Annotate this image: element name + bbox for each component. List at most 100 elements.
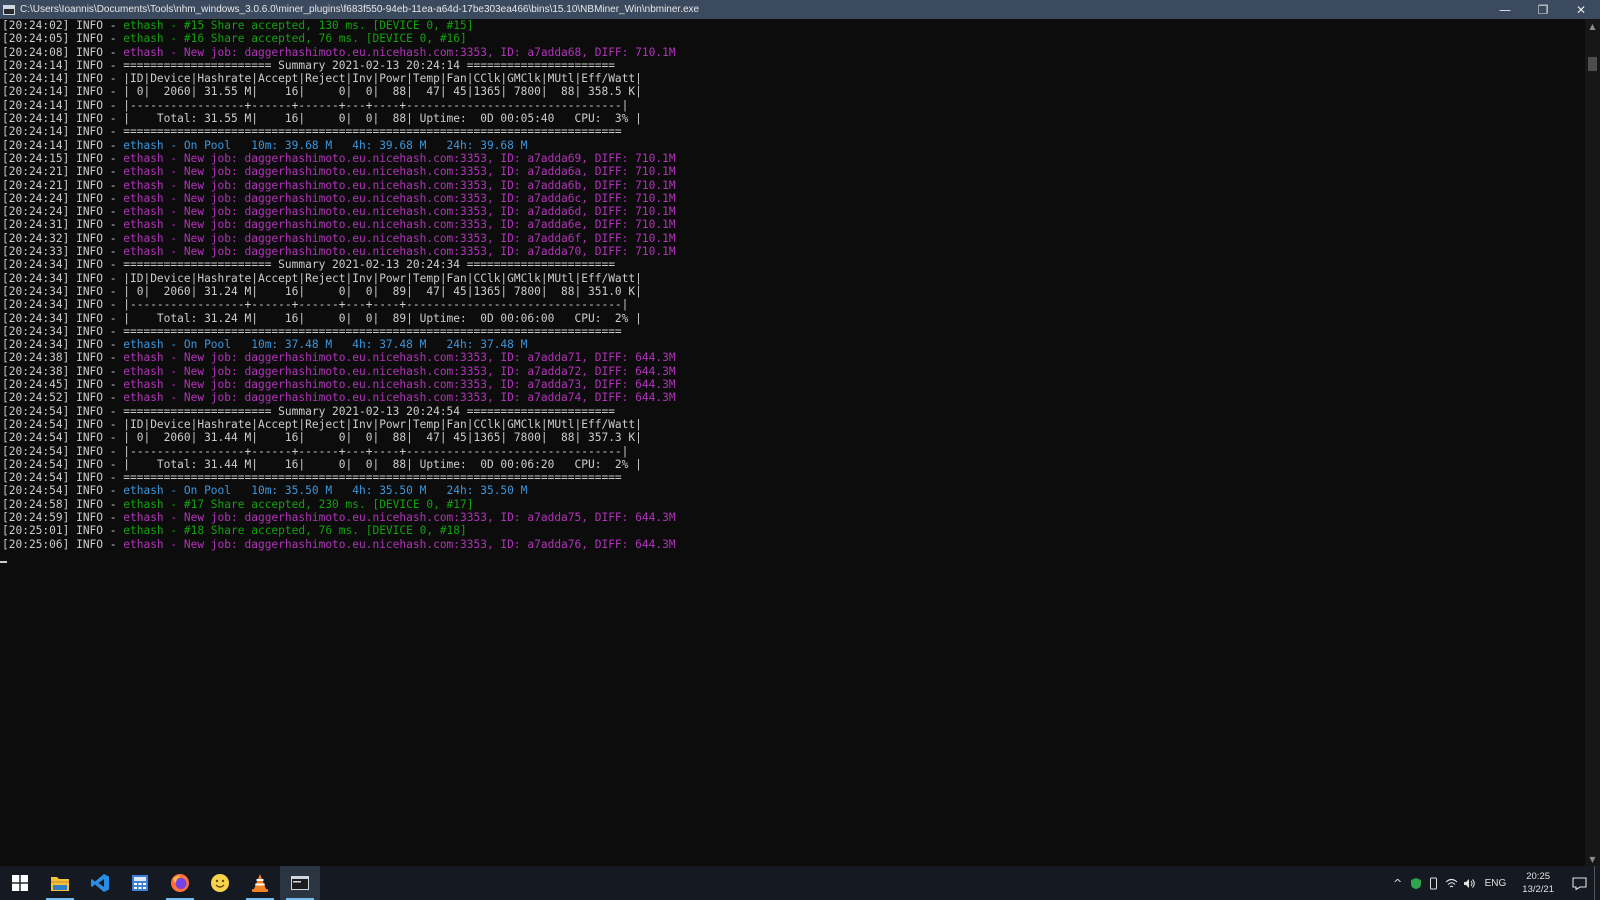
console-line: [20:24:14] INFO - ======================… [0, 59, 1585, 72]
console-line: [20:24:14] INFO - | 0| 2060| 31.55 M| 16… [0, 85, 1585, 98]
minimize-button[interactable]: — [1486, 0, 1524, 19]
console-output[interactable]: [20:24:02] INFO - ethash - #15 Share acc… [0, 19, 1585, 866]
log-message: ethash - New job: daggerhashimoto.eu.nic… [123, 245, 676, 259]
taskbar-firefox[interactable] [160, 866, 200, 900]
console-app-icon[interactable] [3, 4, 15, 15]
vscode-icon [91, 874, 109, 892]
taskbar-emoji-app[interactable] [200, 866, 240, 900]
log-prefix: [20:24:59] INFO - [2, 510, 124, 524]
log-message: | Total: 31.44 M| 16| 0| 0| 88| Uptime: … [123, 457, 642, 471]
console-line: [20:24:59] INFO - ethash - New job: dagg… [0, 511, 1585, 524]
restore-button[interactable]: ❐ [1524, 0, 1562, 19]
taskbar: ^ ENG 20:25 13/2/21 [0, 866, 1600, 900]
log-message: ethash - New job: daggerhashimoto.eu.nic… [123, 165, 676, 179]
log-message: |ID|Device|Hashrate|Accept|Reject|Inv|Po… [123, 271, 642, 285]
taskbar-vlc[interactable] [240, 866, 280, 900]
console-window-icon [291, 876, 309, 890]
console-line: [20:24:14] INFO - |ID|Device|Hashrate|Ac… [0, 72, 1585, 85]
log-message: ethash - On Pool 10m: 37.48 M 4h: 37.48 … [123, 338, 528, 352]
calculator-icon [132, 875, 148, 891]
defender-shield-icon[interactable] [1407, 866, 1425, 900]
title-bar[interactable]: C:\Users\Ioannis\Documents\Tools\nhm_win… [0, 0, 1600, 19]
log-prefix: [20:24:14] INFO - [2, 58, 124, 72]
log-message: |ID|Device|Hashrate|Accept|Reject|Inv|Po… [123, 72, 642, 86]
log-message: | 0| 2060| 31.55 M| 16| 0| 0| 88| 47| 45… [123, 85, 642, 99]
log-prefix: [20:24:21] INFO - [2, 178, 124, 192]
console-line: [20:24:34] INFO - |ID|Device|Hashrate|Ac… [0, 272, 1585, 285]
log-prefix: [20:24:14] INFO - [2, 98, 124, 112]
window-controls: — ❐ ✕ [1486, 0, 1600, 19]
start-button[interactable] [0, 866, 40, 900]
log-prefix: [20:24:34] INFO - [2, 298, 124, 312]
scroll-thumb[interactable] [1588, 57, 1597, 71]
clock[interactable]: 20:25 13/2/21 [1522, 870, 1554, 896]
log-message: ethash - New job: daggerhashimoto.eu.nic… [123, 45, 676, 59]
input-language-indicator[interactable]: ENG [1485, 878, 1507, 889]
log-prefix: [20:24:54] INFO - [2, 431, 124, 445]
taskbar-nbminer-console[interactable] [280, 866, 320, 900]
log-message: ethash - #18 Share accepted, 76 ms. [DEV… [123, 524, 467, 538]
log-prefix: [20:24:38] INFO - [2, 364, 124, 378]
system-tray: ^ ENG 20:25 13/2/21 [1389, 866, 1600, 900]
scroll-down-arrow-icon[interactable]: ▼ [1585, 852, 1600, 866]
console-line: [20:24:52] INFO - ethash - New job: dagg… [0, 391, 1585, 404]
log-prefix: [20:24:54] INFO - [2, 444, 124, 458]
log-prefix: [20:24:34] INFO - [2, 258, 124, 272]
log-message: ethash - New job: daggerhashimoto.eu.nic… [123, 378, 676, 392]
vertical-scrollbar[interactable]: ▲ ▼ [1585, 19, 1600, 866]
window-title: C:\Users\Ioannis\Documents\Tools\nhm_win… [20, 4, 700, 15]
vlc-cone-icon [252, 874, 268, 892]
wifi-icon[interactable] [1443, 866, 1461, 900]
usb-device-icon[interactable] [1425, 866, 1443, 900]
console-line: [20:24:54] INFO - | 0| 2060| 31.44 M| 16… [0, 431, 1585, 444]
console-line: [20:24:54] INFO - | Total: 31.44 M| 16| … [0, 458, 1585, 471]
log-prefix: [20:24:54] INFO - [2, 404, 124, 418]
console-line: [20:24:05] INFO - ethash - #16 Share acc… [0, 32, 1585, 45]
console-line: [20:24:08] INFO - ethash - New job: dagg… [0, 46, 1585, 59]
windows-logo-icon [12, 875, 28, 891]
text-cursor [0, 560, 7, 563]
show-desktop-button[interactable] [1594, 866, 1600, 900]
speaker-volume-icon[interactable] [1461, 866, 1479, 900]
log-prefix: [20:24:54] INFO - [2, 417, 124, 431]
scroll-up-arrow-icon[interactable]: ▲ [1585, 19, 1600, 33]
console-line: [20:24:24] INFO - ethash - New job: dagg… [0, 192, 1585, 205]
log-prefix: [20:24:14] INFO - [2, 138, 124, 152]
log-message: ethash - #16 Share accepted, 76 ms. [DEV… [123, 32, 467, 46]
log-message: ethash - New job: daggerhashimoto.eu.nic… [123, 178, 676, 192]
close-button[interactable]: ✕ [1562, 0, 1600, 19]
log-message: |-----------------+------+------+---+---… [123, 298, 629, 312]
log-prefix: [20:25:06] INFO - [2, 537, 124, 551]
log-prefix: [20:24:08] INFO - [2, 45, 124, 59]
log-prefix: [20:24:24] INFO - [2, 205, 124, 219]
console-line: [20:24:21] INFO - ethash - New job: dagg… [0, 165, 1585, 178]
show-hidden-icons-chevron-icon[interactable]: ^ [1389, 866, 1407, 900]
log-prefix: [20:24:58] INFO - [2, 497, 124, 511]
log-prefix: [20:24:21] INFO - [2, 165, 124, 179]
taskbar-calculator[interactable] [120, 866, 160, 900]
smiley-icon [211, 874, 229, 892]
console-line: [20:24:34] INFO - |-----------------+---… [0, 298, 1585, 311]
log-message: ethash - New job: daggerhashimoto.eu.nic… [123, 218, 676, 232]
log-message: | 0| 2060| 31.24 M| 16| 0| 0| 89| 47| 45… [123, 284, 642, 298]
action-center-button[interactable] [1564, 866, 1594, 900]
console-line: [20:24:14] INFO - ethash - On Pool 10m: … [0, 139, 1585, 152]
log-message: ========================================… [123, 125, 622, 139]
taskbar-file-explorer[interactable] [40, 866, 80, 900]
log-prefix: [20:24:15] INFO - [2, 151, 124, 165]
console-line: [20:24:34] INFO - ======================… [0, 325, 1585, 338]
log-message: ethash - New job: daggerhashimoto.eu.nic… [123, 205, 676, 219]
log-message: ethash - New job: daggerhashimoto.eu.nic… [123, 391, 676, 405]
taskbar-vscode[interactable] [80, 866, 120, 900]
console-line: [20:24:54] INFO - ======================… [0, 471, 1585, 484]
console-line: [20:24:34] INFO - ======================… [0, 258, 1585, 271]
log-prefix: [20:24:31] INFO - [2, 218, 124, 232]
console-line: [20:24:54] INFO - ethash - On Pool 10m: … [0, 484, 1585, 497]
log-prefix: [20:24:14] INFO - [2, 72, 124, 86]
log-prefix: [20:24:38] INFO - [2, 351, 124, 365]
log-prefix: [20:24:02] INFO - [2, 19, 124, 32]
console-line: [20:24:15] INFO - ethash - New job: dagg… [0, 152, 1585, 165]
log-message: ethash - New job: daggerhashimoto.eu.nic… [123, 364, 676, 378]
console-line: [20:25:01] INFO - ethash - #18 Share acc… [0, 524, 1585, 537]
folder-icon [51, 876, 69, 891]
